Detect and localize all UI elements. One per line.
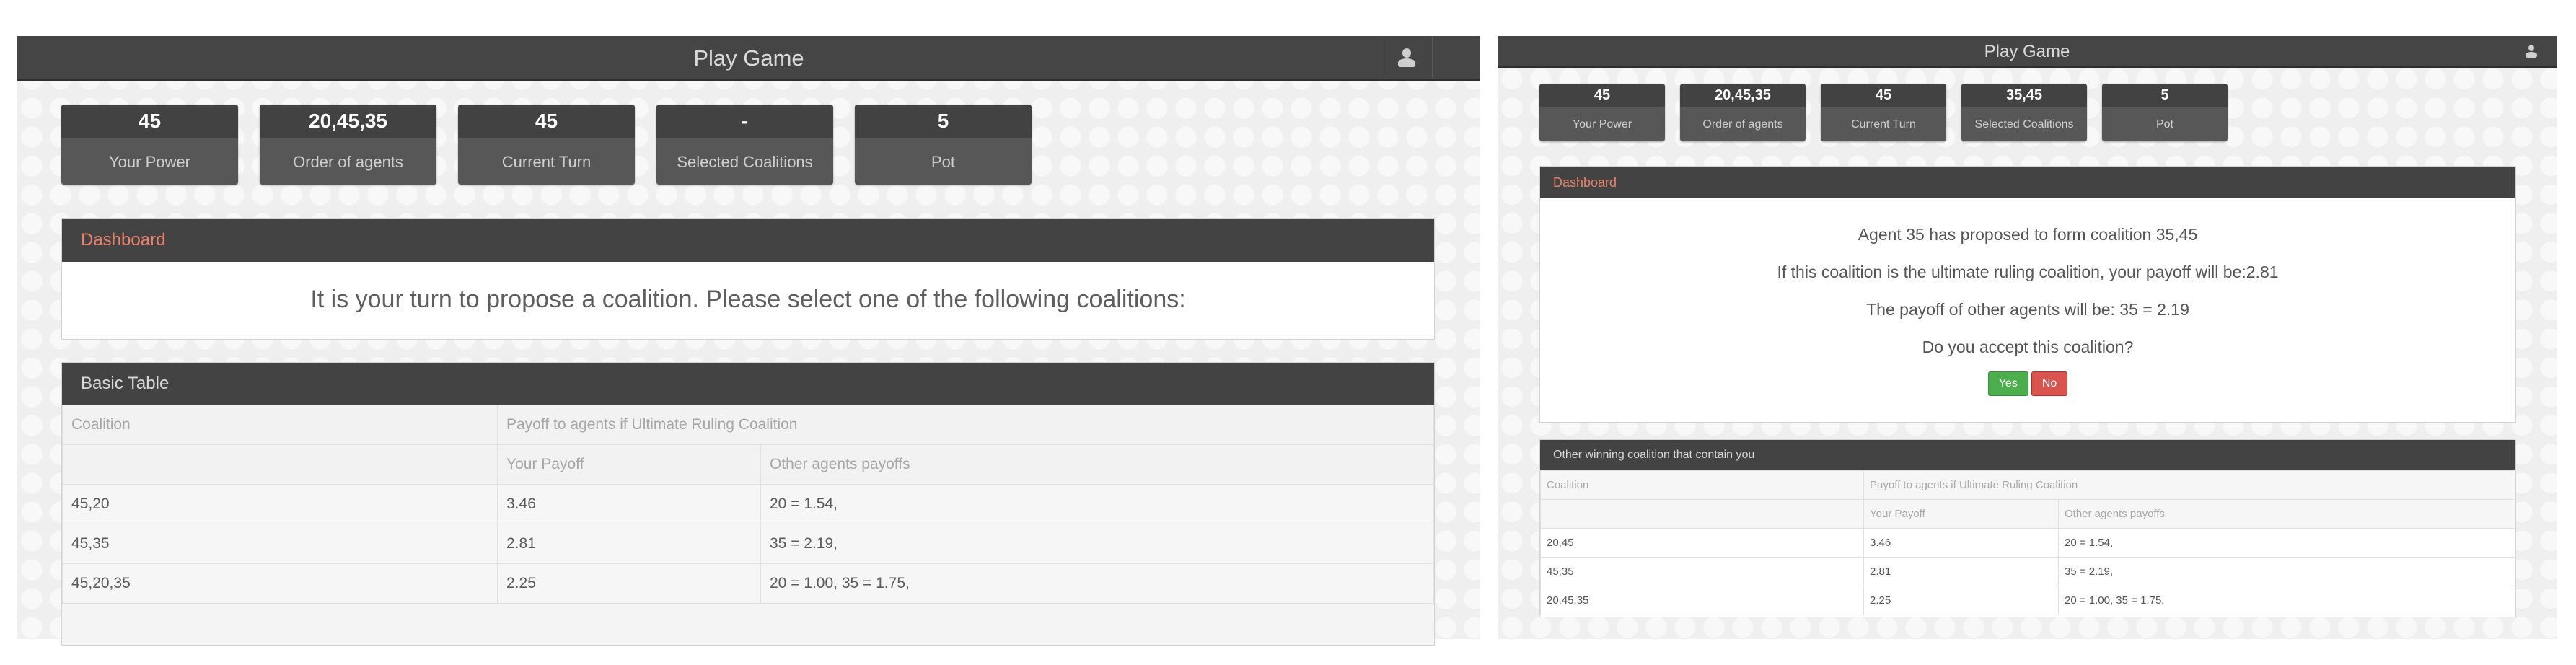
cell-other-payoffs: 20 = 1.54,: [760, 484, 1434, 524]
table-row: 45,35 2.81 35 = 2.19,: [1540, 557, 2515, 586]
cell-other-payoffs: 20 = 1.54,: [2058, 528, 2515, 558]
table-header-row: Coalition Payoff to agents if Ultimate R…: [1540, 470, 2515, 500]
stat-label: Pot: [2102, 107, 2228, 141]
header-empty: [1540, 499, 1864, 529]
header-your-payoff: Your Payoff: [497, 444, 761, 485]
cell-coalition: 45,20,35: [62, 563, 498, 604]
dashboard-title: Dashboard: [62, 219, 1434, 262]
stat-value: 45: [1539, 84, 1665, 107]
table-row[interactable]: 45,35 2.81 35 = 2.19,: [62, 524, 1434, 564]
proposal-text: Agent 35 has proposed to form coalition …: [1858, 225, 2198, 244]
stat-your-power: 45 Your Power: [1539, 84, 1665, 141]
no-button[interactable]: No: [2031, 371, 2068, 396]
page-title: Play Game: [693, 45, 804, 71]
stat-value: 45: [1821, 84, 1946, 107]
stat-label: Current Turn: [1821, 107, 1946, 141]
header-other-payoffs: Other agents payoffs: [760, 444, 1434, 485]
stat-pot: 5 Pot: [2102, 84, 2228, 141]
cell-your-payoff: 2.25: [1863, 586, 2059, 615]
stat-value: 45: [61, 105, 238, 138]
cell-other-payoffs: 35 = 2.19,: [2058, 557, 2515, 586]
table-title: Other winning coalition that contain you: [1540, 440, 2515, 470]
cell-coalition: 20,45,35: [1540, 586, 1864, 615]
cell-your-payoff: 2.81: [1863, 557, 2059, 586]
proposal-messages: Agent 35 has proposed to form coalition …: [1540, 198, 2515, 396]
stat-label: Your Power: [1539, 107, 1665, 141]
coalition-table-panel: Basic Table Coalition Payoff to agents i…: [61, 362, 1435, 646]
user-menu-button[interactable]: [2513, 36, 2549, 66]
cell-coalition: 45,20: [62, 484, 498, 524]
stat-label: Order of agents: [260, 138, 436, 185]
stat-label: Your Power: [61, 138, 238, 185]
cell-coalition: 45,35: [62, 524, 498, 564]
header-payoff-group: Payoff to agents if Ultimate Ruling Coal…: [497, 405, 1434, 445]
cell-your-payoff: 2.25: [497, 563, 761, 604]
stat-label: Current Turn: [458, 138, 635, 185]
page-title: Play Game: [1984, 42, 2070, 61]
dashboard-panel: Dashboard It is your turn to propose a c…: [61, 218, 1435, 340]
accept-question: Do you accept this coalition?: [1922, 338, 2134, 356]
table-row[interactable]: 45,20 3.46 20 = 1.54,: [62, 484, 1434, 524]
cell-your-payoff: 3.46: [497, 484, 761, 524]
stats-row: 45 Your Power 20,45,35 Order of agents 4…: [61, 105, 1053, 185]
stat-your-power: 45 Your Power: [61, 105, 238, 185]
coalition-table: Coalition Payoff to agents if Ultimate R…: [62, 405, 1434, 604]
table-row: 20,45 3.46 20 = 1.54,: [1540, 528, 2515, 558]
header-empty: [62, 444, 498, 485]
cell-other-payoffs: 20 = 1.00, 35 = 1.75,: [2058, 586, 2515, 615]
header-other-payoffs: Other agents payoffs: [2058, 499, 2515, 529]
stat-label: Order of agents: [1680, 107, 1806, 141]
stat-order-of-agents: 20,45,35 Order of agents: [260, 105, 436, 185]
stat-current-turn: 45 Current Turn: [1821, 84, 1946, 141]
header-payoff-group: Payoff to agents if Ultimate Ruling Coal…: [1863, 470, 2515, 500]
cell-your-payoff: 3.46: [1863, 528, 2059, 558]
accept-buttons: Yes No: [1540, 371, 2515, 396]
right-game-screen: Play Game 45 Your Power 20,45,35 Order o…: [1498, 36, 2557, 639]
user-icon: [1398, 48, 1415, 67]
table-row[interactable]: 45,20,35 2.25 20 = 1.00, 35 = 1.75,: [62, 563, 1434, 604]
cell-other-payoffs: 35 = 2.19,: [760, 524, 1434, 564]
table-title: Basic Table: [62, 363, 1434, 405]
dashboard-prompt: It is your turn to propose a coalition. …: [310, 286, 1186, 313]
header-your-payoff: Your Payoff: [1863, 499, 2059, 529]
header-coalition: Coalition: [1540, 470, 1864, 500]
table-header-row: Coalition Payoff to agents if Ultimate R…: [62, 405, 1434, 445]
stat-value: 45: [458, 105, 635, 138]
cell-coalition: 20,45: [1540, 528, 1864, 558]
winning-coalitions-panel: Other winning coalition that contain you…: [1539, 439, 2516, 617]
stat-value: 20,45,35: [1680, 84, 1806, 107]
user-menu-button[interactable]: [1381, 36, 1433, 79]
top-bar: Play Game: [17, 36, 1480, 81]
stat-value: -: [656, 105, 833, 138]
yes-button[interactable]: Yes: [1987, 371, 2028, 396]
cell-your-payoff: 2.81: [497, 524, 761, 564]
left-game-screen: Play Game 45 Your Power 20,45,35 Order o…: [17, 36, 1480, 646]
other-payoff-text: The payoff of other agents will be: 35 =…: [1866, 300, 2189, 319]
stat-value: 20,45,35: [260, 105, 436, 138]
cell-coalition: 45,35: [1540, 557, 1864, 586]
stat-value: 5: [855, 105, 1032, 138]
header-coalition: Coalition: [62, 405, 498, 445]
stat-value: 35,45: [1961, 84, 2087, 107]
table-subheader-row: Your Payoff Other agents payoffs: [1540, 499, 2515, 529]
stat-selected-coalitions: - Selected Coalitions: [656, 105, 833, 185]
dashboard-panel: Dashboard Agent 35 has proposed to form …: [1539, 166, 2516, 423]
stat-current-turn: 45 Current Turn: [458, 105, 635, 185]
user-icon: [2526, 44, 2537, 58]
stat-value: 5: [2102, 84, 2228, 107]
stat-label: Pot: [855, 138, 1032, 185]
your-payoff-text: If this coalition is the ultimate ruling…: [1777, 263, 2279, 281]
stat-order-of-agents: 20,45,35 Order of agents: [1680, 84, 1806, 141]
dashboard-title: Dashboard: [1540, 167, 2515, 198]
stat-pot: 5 Pot: [855, 105, 1032, 185]
stat-selected-coalitions: 35,45 Selected Coalitions: [1961, 84, 2087, 141]
cell-other-payoffs: 20 = 1.00, 35 = 1.75,: [760, 563, 1434, 604]
coalition-table: Coalition Payoff to agents if Ultimate R…: [1540, 470, 2515, 615]
table-subheader-row: Your Payoff Other agents payoffs: [62, 444, 1434, 485]
top-bar: Play Game: [1498, 36, 2557, 68]
stats-row: 45 Your Power 20,45,35 Order of agents 4…: [1539, 84, 2243, 141]
table-row: 20,45,35 2.25 20 = 1.00, 35 = 1.75,: [1540, 586, 2515, 615]
stat-label: Selected Coalitions: [1961, 107, 2087, 141]
stat-label: Selected Coalitions: [656, 138, 833, 185]
